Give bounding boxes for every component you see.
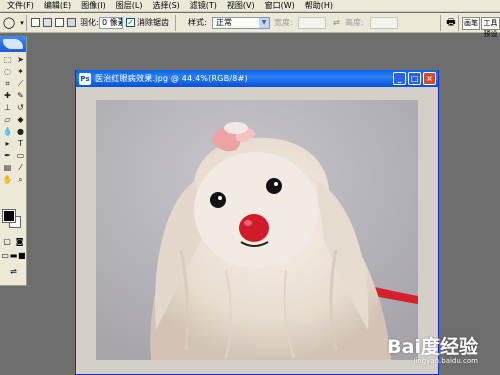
- baidu-watermark: Bai度经验 jingyan.baidu.com: [378, 332, 478, 365]
- hand-icon[interactable]: ✋: [1, 174, 14, 185]
- maximize-button[interactable]: □: [408, 72, 421, 85]
- feather-input[interactable]: 0 像素: [99, 17, 123, 29]
- menu-layer[interactable]: 图层(L): [111, 0, 148, 12]
- standard-mode-icon[interactable]: ▢: [3, 236, 11, 247]
- menu-help[interactable]: 帮助(H): [300, 0, 338, 12]
- feather-logo-icon: [3, 39, 23, 49]
- quick-mask-row: ▢ ◙: [1, 236, 26, 247]
- document-window: Ps 医治红眼病效果.jpg @ 44.4%(RGB/8#) _ □ ×: [75, 70, 439, 375]
- type-icon[interactable]: T: [14, 138, 27, 149]
- clone-stamp-icon[interactable]: ⊥: [1, 102, 14, 113]
- crop-icon[interactable]: ⌗: [1, 78, 14, 89]
- screen-mode-black-icon[interactable]: ■: [18, 250, 26, 261]
- menu-image[interactable]: 图像(I): [76, 0, 111, 12]
- shape-icon[interactable]: ▭: [14, 150, 27, 161]
- menu-window[interactable]: 窗口(W): [260, 0, 300, 12]
- eraser-icon[interactable]: ▱: [1, 114, 14, 125]
- eyedropper-icon[interactable]: ⁄: [14, 162, 27, 173]
- blur-icon[interactable]: 💧: [1, 126, 14, 137]
- photoshop-doc-icon: Ps: [79, 72, 91, 85]
- brush-icon[interactable]: ✎: [14, 90, 27, 101]
- marquee-icon[interactable]: ⬚: [1, 54, 14, 65]
- menu-bar: 文件(F) 编辑(E) 图像(I) 图层(L) 选择(S) 滤镜(T) 视图(V…: [0, 0, 500, 12]
- screen-mode-full-icon[interactable]: ▬: [10, 250, 18, 261]
- separator: [458, 15, 459, 31]
- imageready-icon[interactable]: ⇌: [10, 266, 17, 277]
- tab-tool-presets[interactable]: 工具预设: [481, 17, 500, 38]
- width-input[interactable]: [298, 17, 326, 29]
- document-title: 医治红眼病效果.jpg @ 44.4%(RGB/8#): [95, 74, 248, 83]
- print-icon[interactable]: 🖶: [444, 16, 458, 30]
- style-value: 正常: [216, 18, 232, 27]
- dodge-icon[interactable]: ●: [14, 126, 27, 137]
- healing-brush-icon[interactable]: ✚: [1, 90, 14, 101]
- magic-wand-icon[interactable]: ✦: [14, 66, 27, 77]
- foreground-color-swatch[interactable]: [2, 209, 16, 223]
- image-canvas[interactable]: [96, 100, 418, 360]
- minimize-button[interactable]: _: [393, 72, 406, 85]
- style-label: 样式:: [188, 18, 207, 27]
- height-input[interactable]: [370, 17, 398, 29]
- move-icon[interactable]: ➤: [14, 54, 27, 65]
- close-button[interactable]: ×: [423, 72, 436, 85]
- document-titlebar[interactable]: Ps 医治红眼病效果.jpg @ 44.4%(RGB/8#) _ □ ×: [76, 70, 438, 87]
- screen-mode-row: ▭ ▬ ■: [1, 250, 26, 261]
- feather-label: 羽化:: [80, 18, 99, 27]
- path-selection-icon[interactable]: ▸: [1, 138, 14, 149]
- height-label: 高度:: [345, 18, 364, 27]
- menu-view[interactable]: 视图(V): [222, 0, 260, 12]
- marquee-tool-icon[interactable]: ◯: [2, 16, 16, 30]
- width-label: 宽度:: [274, 18, 293, 27]
- history-brush-icon[interactable]: ↺: [14, 102, 27, 113]
- menu-edit[interactable]: 编辑(E): [39, 0, 76, 12]
- swap-icon[interactable]: ⇄: [333, 16, 340, 30]
- dog-photo: [96, 100, 418, 360]
- new-selection-icon[interactable]: [31, 18, 40, 27]
- options-bar: ◯ ▾ 羽化: 0 像素 ✓ 消除锯齿 样式: 正常 ▼ 宽度: ⇄ 高度: 🖶…: [0, 13, 500, 38]
- paint-bucket-icon[interactable]: ◆: [14, 114, 27, 125]
- zoom-icon[interactable]: ⌕: [14, 174, 27, 185]
- tool-grid: ⬚ ➤ ◌ ✦ ⌗ ⟋ ✚ ✎ ⊥ ↺ ▱ ◆ 💧 ● ▸ T ✒ ▭ ▤ ⁄ …: [0, 52, 26, 185]
- add-selection-icon[interactable]: [43, 18, 52, 27]
- separator: [26, 15, 27, 31]
- separator: [440, 15, 441, 31]
- watermark-logo: Bai度经验: [387, 336, 478, 358]
- slice-icon[interactable]: ⟋: [14, 78, 27, 89]
- lasso-icon[interactable]: ◌: [1, 66, 14, 77]
- menu-filter[interactable]: 滤镜(T): [185, 0, 222, 12]
- antialias-checkbox[interactable]: ✓: [126, 18, 135, 27]
- notes-icon[interactable]: ▤: [1, 162, 14, 173]
- separator: [175, 15, 176, 31]
- intersect-selection-icon[interactable]: [67, 18, 76, 27]
- antialias-label: 消除锯齿: [137, 18, 169, 27]
- jump-to-row: ⇌: [1, 266, 26, 277]
- tab-brushes[interactable]: 画笔: [462, 17, 480, 30]
- menu-file[interactable]: 文件(F): [0, 0, 39, 12]
- menu-select[interactable]: 选择(S): [147, 0, 184, 12]
- quick-mask-icon[interactable]: ◙: [16, 236, 24, 247]
- style-select[interactable]: 正常 ▼: [212, 17, 270, 29]
- pen-icon[interactable]: ✒: [1, 150, 14, 161]
- screen-mode-standard-icon[interactable]: ▭: [1, 250, 9, 261]
- subtract-selection-icon[interactable]: [55, 18, 64, 27]
- toolbox-header[interactable]: [0, 36, 26, 52]
- toolbox: ⬚ ➤ ◌ ✦ ⌗ ⟋ ✚ ✎ ⊥ ↺ ▱ ◆ 💧 ● ▸ T ✒ ▭ ▤ ⁄ …: [0, 36, 27, 286]
- chevron-down-icon: ▼: [259, 18, 269, 28]
